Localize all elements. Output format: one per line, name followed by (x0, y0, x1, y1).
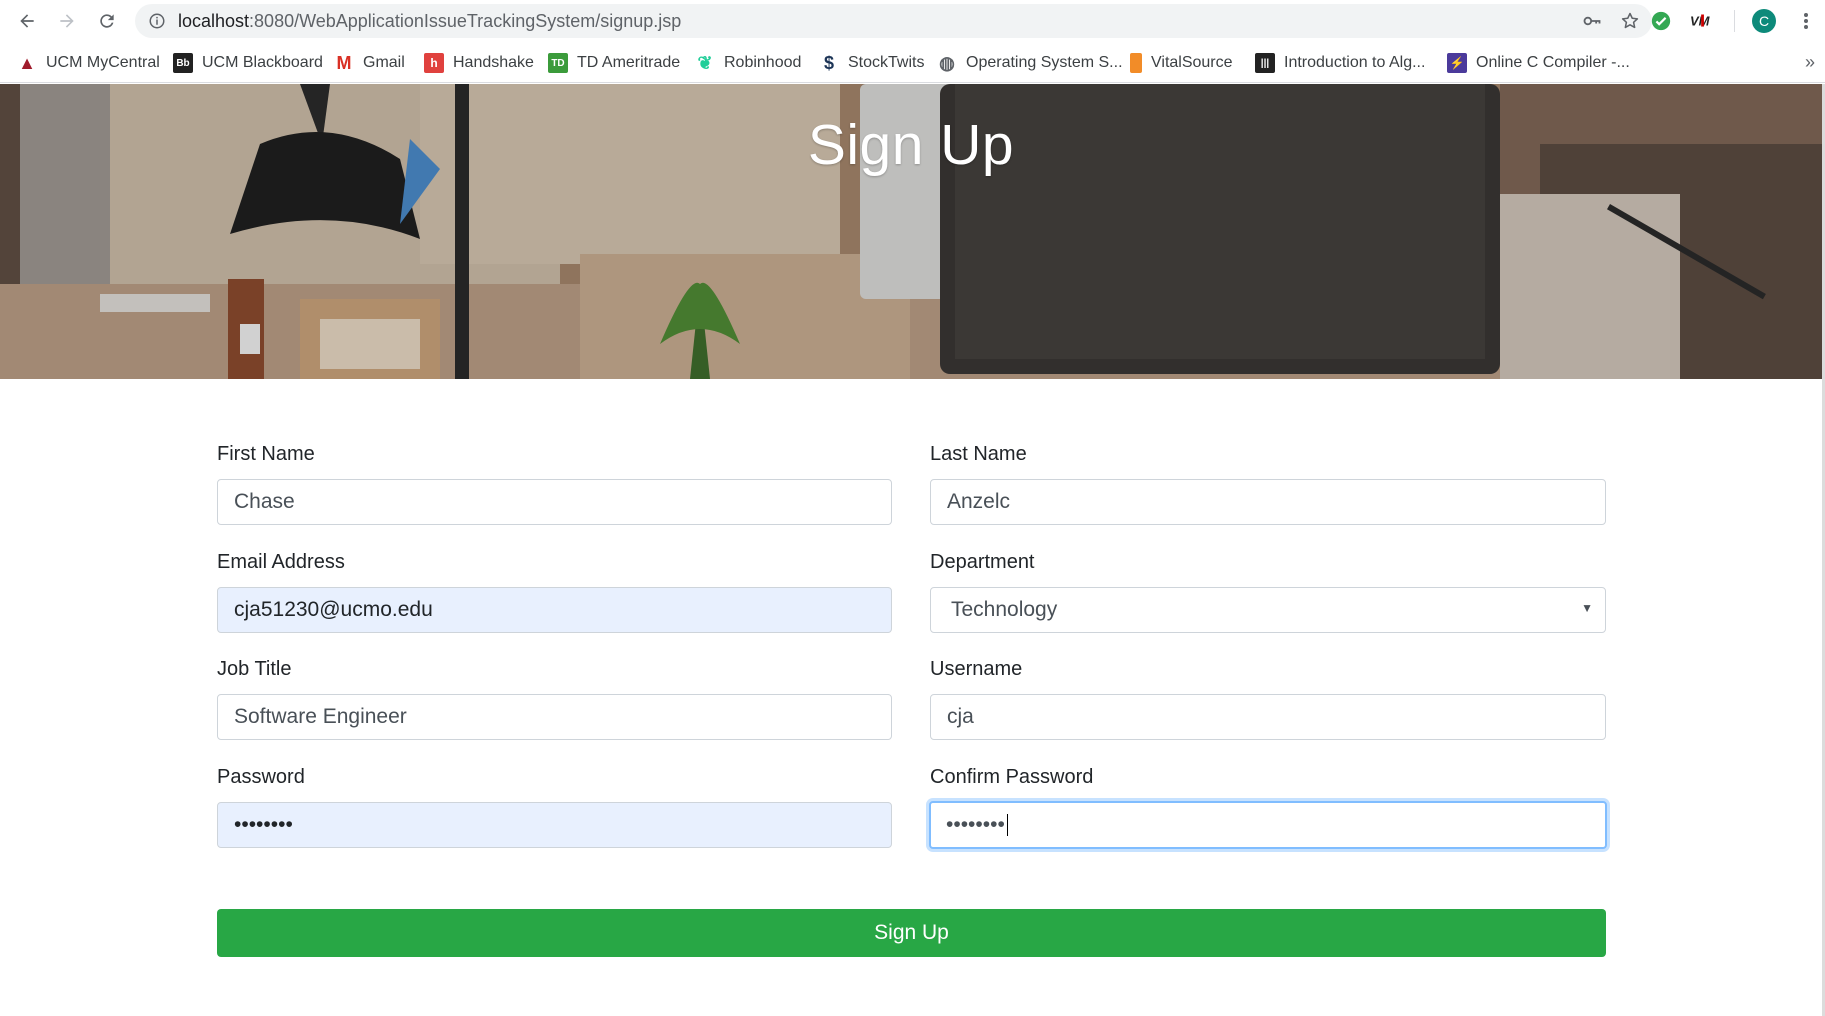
avatar: C (1752, 9, 1776, 33)
job-title-label: Job Title (217, 658, 292, 680)
bookmark-ucm-blackboard[interactable]: Bb UCM Blackboard (173, 51, 323, 75)
confirm-password-value: •••••••• (946, 813, 1005, 836)
last-name-label: Last Name (930, 443, 1027, 465)
email-input[interactable]: cja51230@ucmo.edu (217, 587, 892, 633)
extension-vm[interactable]: VM (1690, 8, 1716, 34)
first-name-value: Chase (234, 490, 295, 513)
department-select[interactable]: Technology ▼ (930, 587, 1606, 633)
bookmark-online-compiler[interactable]: ⚡ Online C Compiler -... (1447, 51, 1630, 75)
bookmark-stocktwits[interactable]: $ StockTwits (819, 51, 924, 75)
last-name-input[interactable]: Anzelc (930, 479, 1606, 525)
info-icon[interactable] (148, 12, 166, 30)
reload-icon (100, 14, 114, 28)
job-title-value: Software Engineer (234, 705, 407, 728)
dropdown-arrow-icon: ▼ (1581, 601, 1593, 615)
url-text: localhost:8080/WebApplicationIssueTracki… (178, 10, 682, 31)
reload-button[interactable] (95, 9, 119, 33)
bookmark-label: Gmail (363, 54, 405, 71)
bookmark-ucm-mycentral[interactable]: ▲ UCM MyCentral (17, 51, 160, 75)
bookmark-vitalsource[interactable]: VitalSource (1130, 51, 1233, 75)
email-label: Email Address (217, 551, 345, 573)
bookmark-label: Operating System S... (966, 54, 1123, 71)
bookmark-label: Handshake (453, 54, 534, 71)
svg-text:VM: VM (1690, 14, 1711, 29)
bookmark-label: UCM MyCentral (46, 54, 160, 71)
bookmark-label: Introduction to Alg... (1284, 54, 1426, 71)
kebab-menu-icon (1804, 13, 1808, 29)
back-arrow-icon (20, 14, 34, 28)
sign-up-button[interactable]: Sign Up (217, 909, 1606, 957)
first-name-label: First Name (217, 443, 315, 465)
blackboard-icon: Bb (173, 53, 193, 73)
first-name-input[interactable]: Chase (217, 479, 892, 525)
online-compiler-icon: ⚡ (1447, 53, 1467, 73)
password-input[interactable]: •••••••• (217, 802, 892, 848)
text-caret (1006, 814, 1008, 836)
bookmark-label: VitalSource (1151, 54, 1233, 71)
bookmark-gmail[interactable]: M Gmail (334, 51, 405, 75)
job-title-input[interactable]: Software Engineer (217, 694, 892, 740)
more-bookmarks-icon[interactable]: » (1805, 52, 1815, 73)
browser-toolbar: localhost:8080/WebApplicationIssueTracki… (0, 0, 1825, 42)
stocktwits-icon: $ (823, 52, 834, 73)
profile-avatar[interactable]: C (1751, 8, 1777, 34)
username-input[interactable]: cja (930, 694, 1606, 740)
vm-logo-icon: VM (1690, 14, 1711, 29)
bookmarks-bar: ▲ UCM MyCentral Bb UCM Blackboard M Gmai… (0, 44, 1825, 83)
browser-menu-button[interactable] (1793, 8, 1819, 34)
handshake-icon: h (424, 53, 444, 73)
check-circle-icon (1651, 11, 1671, 31)
confirm-password-input[interactable]: •••••••• (929, 801, 1607, 849)
forward-arrow-icon (60, 14, 74, 28)
bookmark-td-ameritrade[interactable]: TD TD Ameritrade (548, 51, 680, 75)
department-value: Technology (951, 598, 1058, 621)
bookmark-operating-system[interactable]: ◍ Operating System S... (937, 51, 1123, 75)
key-icon[interactable] (1582, 11, 1602, 31)
department-label: Department (930, 551, 1035, 573)
email-value: cja51230@ucmo.edu (234, 598, 433, 621)
username-label: Username (930, 658, 1023, 680)
ucm-mycentral-icon: ▲ (18, 52, 36, 73)
bookmark-label: Robinhood (724, 54, 802, 71)
confirm-password-label: Confirm Password (930, 766, 1094, 788)
intro-alg-icon: ||| (1255, 53, 1275, 73)
extension-check[interactable] (1648, 8, 1674, 34)
back-button[interactable] (15, 9, 39, 33)
hero-banner: Sign Up (0, 84, 1822, 379)
bookmark-label: UCM Blackboard (202, 54, 323, 71)
gmail-icon: M (336, 52, 352, 73)
password-label: Password (217, 766, 305, 788)
toolbar-divider (1734, 10, 1735, 32)
bookmark-label: TD Ameritrade (577, 54, 681, 71)
vitalsource-icon (1130, 53, 1142, 73)
globe-icon: ◍ (939, 52, 955, 73)
robinhood-icon: ❦ (697, 52, 713, 73)
username-value: cja (947, 705, 974, 728)
password-value: •••••••• (234, 813, 293, 836)
bookmark-label: Online C Compiler -... (1476, 54, 1630, 71)
page-title: Sign Up (807, 113, 1015, 177)
bookmark-intro-alg[interactable]: ||| Introduction to Alg... (1255, 51, 1425, 75)
forward-button[interactable] (55, 9, 79, 33)
last-name-value: Anzelc (947, 490, 1011, 513)
bookmark-robinhood[interactable]: ❦ Robinhood (695, 51, 801, 75)
address-bar[interactable]: localhost:8080/WebApplicationIssueTracki… (135, 4, 1652, 38)
bookmark-label: StockTwits (848, 54, 925, 71)
td-ameritrade-icon: TD (548, 53, 568, 73)
bookmark-handshake[interactable]: h Handshake (424, 51, 534, 75)
